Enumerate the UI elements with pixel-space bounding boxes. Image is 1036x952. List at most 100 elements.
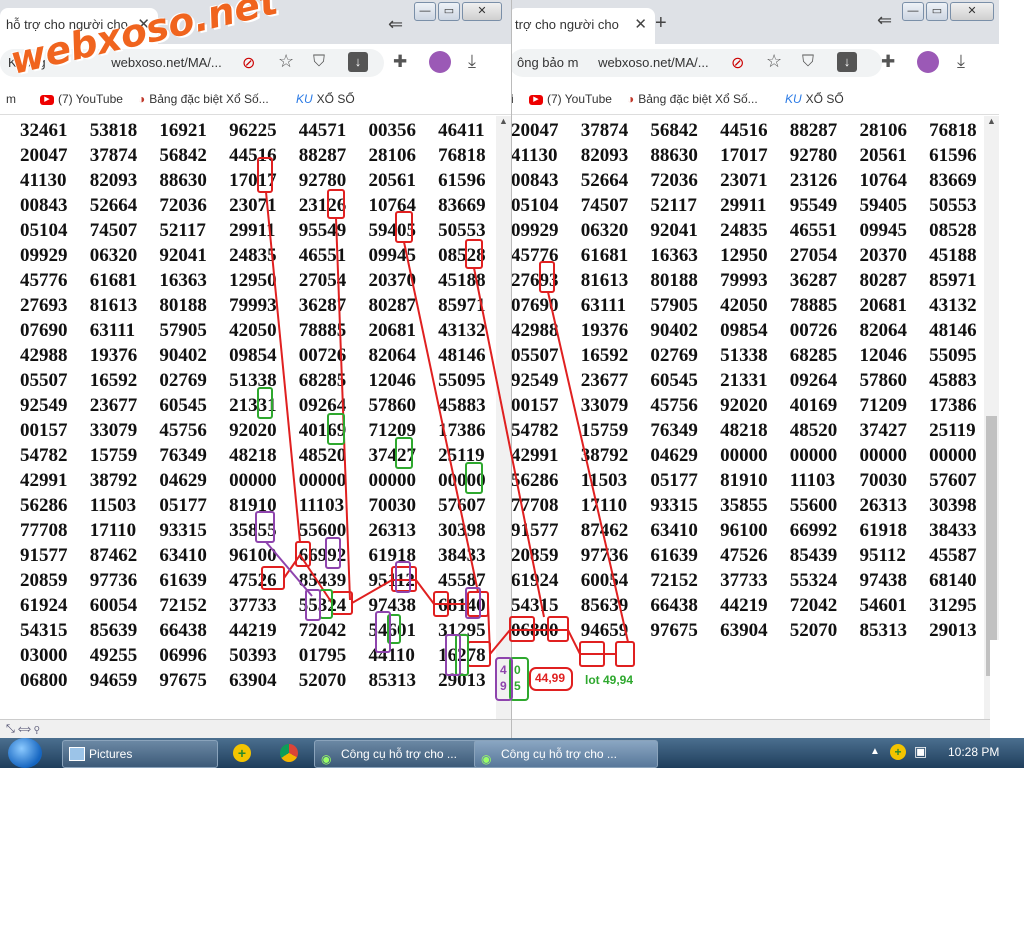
result-cell: 85639	[89, 620, 138, 641]
result-cell: 61681	[580, 245, 629, 266]
result-cell: 92041	[159, 245, 207, 266]
result-cell: 27693	[511, 270, 559, 291]
close-window-button[interactable]: ✕	[950, 2, 994, 21]
maximize-button[interactable]: ▭	[926, 2, 948, 21]
result-cell: 00157	[20, 420, 68, 441]
close-window-button[interactable]: ✕	[462, 2, 502, 21]
result-cell: 20370	[368, 270, 416, 291]
bookmark-bang-dac-biet[interactable]: ◑ Bảng đặc biệt Xổ Số...	[138, 92, 269, 106]
back-arrow-icon[interactable]: ⇐	[877, 10, 892, 31]
table-row: 07690 63111 57905 42050 78885 20681 43132	[511, 295, 999, 320]
result-cell: 56842	[159, 145, 207, 166]
result-cell: 11503	[580, 470, 628, 491]
result-cell: 00000	[229, 470, 277, 491]
browser-toolbar: ông bảo m webxoso.net/MA/... ⊘ ☆ ⛉ ↓ ✚ ⤓	[509, 44, 999, 82]
table-row: 20859 97736 61639 47526 85439 95112 45587	[511, 545, 999, 570]
table-row: 06800 94659 97675 63904 52070 85313 29013	[511, 620, 999, 645]
taskbar-chrome-window[interactable]: ◉ Công cụ hỗ trợ cho ...	[314, 740, 492, 768]
extensions-icon[interactable]: ✚	[881, 52, 895, 72]
maximize-button[interactable]: ▭	[438, 2, 460, 21]
minimize-button[interactable]: —	[902, 2, 924, 21]
result-cell: 45776	[20, 270, 68, 291]
result-cell: 66992	[298, 545, 347, 566]
green-digit-stack: 0 5	[514, 662, 521, 694]
table-row: 05104 74507 52117 29911 95549 59405 50553	[511, 195, 999, 220]
profile-avatar[interactable]	[917, 51, 939, 73]
result-cell: 37874	[580, 120, 629, 141]
result-cell: 90402	[159, 345, 207, 366]
result-cell: 76349	[650, 420, 698, 441]
table-row: 77708 17110 93315 35855 55600 26313 30398	[511, 495, 999, 520]
network-icon[interactable]: ▣	[914, 743, 927, 760]
result-cell: 42988	[511, 320, 559, 341]
profile-avatar[interactable]	[429, 51, 451, 73]
scroll-up-icon[interactable]: ▲	[984, 116, 999, 126]
result-cell: 15759	[89, 445, 138, 466]
result-cell: 96225	[229, 120, 277, 141]
bookmark-bang-dac-biet[interactable]: ◑ Bảng đặc biệt Xổ Số...	[627, 92, 758, 106]
result-cell: 68285	[789, 345, 838, 366]
taskbar-chrome-window-active[interactable]: ◉ Công cụ hỗ trợ cho ...	[474, 740, 658, 768]
tray-app-icon[interactable]: +	[890, 744, 906, 760]
blocked-icon[interactable]: ⊘	[242, 53, 255, 73]
result-cell: 82093	[580, 145, 629, 166]
bookmark-youtube[interactable]: ▶ (7) YouTube	[529, 92, 612, 106]
shield-icon[interactable]: ⛉	[313, 53, 325, 71]
result-cell: 85313	[859, 620, 907, 641]
tab-strip: trợ cho người cho ✕ + ⇐ — ▭ ✕	[509, 0, 999, 44]
blocked-icon[interactable]: ⊘	[731, 53, 744, 73]
download-icon[interactable]: ⤓	[468, 51, 476, 72]
vertical-scrollbar[interactable]: ▲	[496, 116, 511, 720]
result-cell: 26313	[368, 520, 416, 541]
resize-icons: ⤡ ⟺ ⚲	[6, 723, 40, 735]
result-cell: 49255	[89, 645, 138, 666]
chrome-icon[interactable]	[280, 744, 298, 762]
shield-icon[interactable]: ⛉	[802, 53, 814, 71]
result-cell: 55324	[789, 570, 838, 591]
result-cell: 94659	[89, 670, 138, 691]
result-cell: 00000	[859, 445, 907, 466]
clock[interactable]: 10:28 PM	[948, 745, 999, 759]
result-cell: 47526	[720, 545, 768, 566]
result-cell: 32461	[20, 120, 68, 141]
extensions-icon[interactable]: ✚	[393, 52, 407, 72]
result-cell: 97438	[368, 595, 416, 616]
taskbar-pictures[interactable]: Pictures	[62, 740, 218, 768]
tray-expand-icon[interactable]: ▲	[870, 746, 880, 757]
result-cell: 00843	[511, 170, 559, 191]
download-box-icon[interactable]: ↓	[837, 52, 857, 72]
star-icon[interactable]: ☆	[766, 51, 782, 72]
minimize-button[interactable]: —	[414, 2, 436, 21]
bookmark-youtube[interactable]: ▶ (7) YouTube	[40, 92, 123, 106]
star-icon[interactable]: ☆	[278, 51, 294, 72]
scroll-up-icon[interactable]: ▲	[496, 116, 511, 126]
new-tab-icon[interactable]: +	[655, 12, 667, 35]
result-cell: 44571	[298, 120, 347, 141]
result-cell: 01795	[298, 645, 347, 666]
bookmark-xo-so[interactable]: KU XỔ SỐ	[296, 92, 355, 106]
result-cell: 66438	[159, 620, 207, 641]
table-row: 27693 81613 80188 79993 36287 80287 85971	[20, 295, 508, 320]
vertical-scrollbar[interactable]: ▲	[984, 116, 999, 720]
back-arrow-icon[interactable]: ⇐	[388, 14, 403, 35]
download-icon[interactable]: ⤓	[957, 51, 965, 72]
address-bar[interactable]: ông bảo m webxoso.net/MA/...	[509, 49, 882, 77]
result-cell: 88287	[789, 120, 838, 141]
bookmark-xo-so[interactable]: KU XỔ SỐ	[785, 92, 844, 106]
result-cell: 97675	[650, 620, 698, 641]
download-box-icon[interactable]: ↓	[348, 52, 368, 72]
close-tab-icon[interactable]: ✕	[634, 8, 647, 42]
result-cell: 20561	[859, 145, 907, 166]
table-row: 00843 52664 72036 23071 23126 10764 83669	[511, 170, 999, 195]
bookmark-item[interactable]: m	[6, 92, 16, 106]
pinned-app-icon[interactable]: +	[233, 744, 251, 762]
browser-tab[interactable]: trợ cho người cho ✕	[509, 8, 655, 44]
result-cell: 36287	[298, 295, 347, 316]
result-cell: 44219	[229, 620, 277, 641]
result-cell: 91577	[20, 545, 68, 566]
result-cell: 16363	[159, 270, 207, 291]
result-cell: 03000	[20, 645, 68, 666]
start-button[interactable]	[8, 738, 42, 768]
scrollbar-thumb[interactable]	[986, 416, 997, 676]
result-cell: 51338	[720, 345, 768, 366]
